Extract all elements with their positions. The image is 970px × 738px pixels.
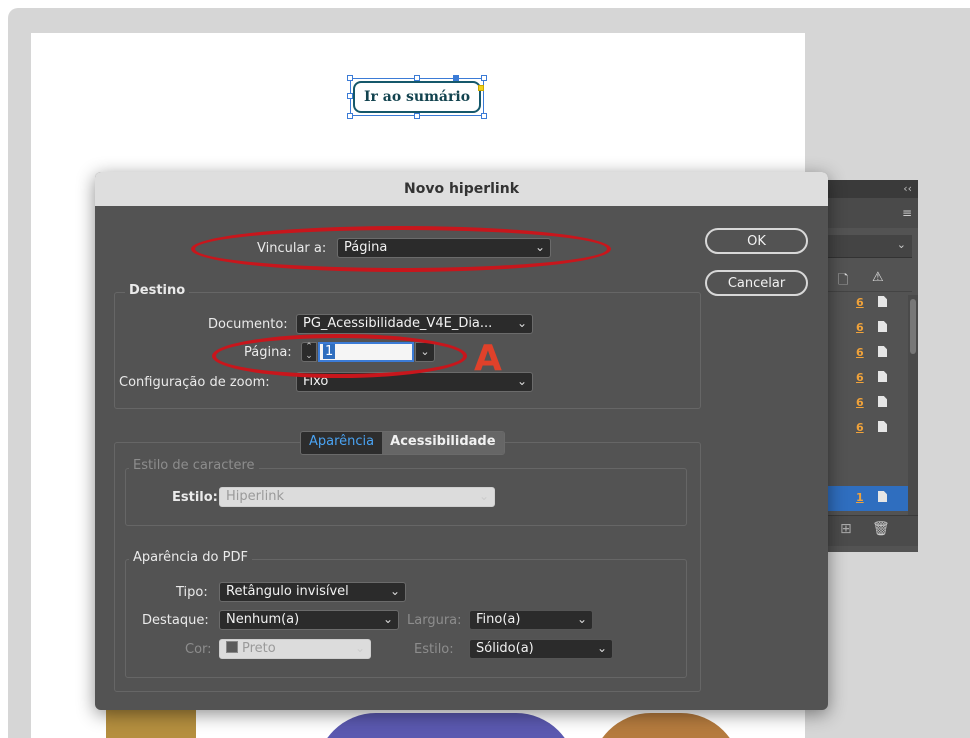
document-icon bbox=[878, 491, 887, 502]
selection-handle[interactable] bbox=[481, 75, 487, 81]
chevron-down-icon: ⌄ bbox=[596, 641, 607, 655]
color-swatch bbox=[226, 641, 238, 653]
ok-button[interactable]: OK bbox=[705, 228, 808, 254]
hyperlinks-panel: ‹‹ ≡ ⌄ 🗋 ⚠ 6 6 6 6 6 6 1 ⊞ 🗑 bbox=[820, 180, 918, 552]
width-value: Fino(a) bbox=[476, 612, 521, 627]
document-icon bbox=[878, 371, 887, 382]
panel-topbar: ‹‹ bbox=[820, 180, 918, 198]
type-value: Retângulo invisível bbox=[226, 584, 349, 599]
highlight-label: Destaque: bbox=[142, 613, 209, 628]
selection-handle[interactable] bbox=[481, 113, 487, 119]
selection-handle[interactable] bbox=[414, 75, 420, 81]
type-select[interactable]: Retângulo invisível ⌄ bbox=[219, 582, 406, 602]
style-select[interactable]: Hiperlink ⌄ bbox=[219, 487, 495, 507]
new-hyperlink-icon[interactable]: ⊞ bbox=[840, 521, 852, 537]
tab-appearance[interactable]: Aparência bbox=[301, 432, 383, 454]
document-select[interactable]: PG_Acessibilidade_V4E_Dia... ⌄ bbox=[296, 314, 533, 334]
highlight-select[interactable]: Nenhum(a) ⌄ bbox=[219, 610, 399, 630]
color-value: Preto bbox=[242, 641, 276, 656]
stroke-style-select[interactable]: Sólido(a) ⌄ bbox=[469, 639, 613, 659]
link-page-number[interactable]: 6 bbox=[856, 371, 864, 384]
link-page-number[interactable]: 6 bbox=[856, 421, 864, 434]
style-value: Hiperlink bbox=[226, 489, 284, 504]
double-chevron-left-icon[interactable]: ‹‹ bbox=[903, 182, 912, 195]
selection-handle[interactable] bbox=[414, 113, 420, 119]
stroke-style-label: Estilo: bbox=[414, 642, 454, 657]
color-select[interactable]: Preto ⌄ bbox=[219, 639, 371, 659]
chevron-down-icon: ⌄ bbox=[576, 612, 587, 626]
style-label: Estilo: bbox=[172, 490, 218, 505]
link-page-number[interactable]: 6 bbox=[856, 321, 864, 334]
warning-icon[interactable]: ⚠ bbox=[872, 270, 884, 285]
page-artwork-photo-center bbox=[316, 713, 576, 738]
list-item[interactable]: 6 bbox=[820, 391, 912, 416]
list-item[interactable]: 6 bbox=[820, 416, 912, 441]
cancel-button[interactable]: Cancelar bbox=[705, 270, 808, 296]
selection-handle[interactable] bbox=[347, 93, 353, 99]
zoom-label: Configuração de zoom: bbox=[119, 375, 270, 390]
appearance-tabs: Aparência Acessibilidade bbox=[300, 431, 505, 455]
panel-tabbar: ≡ bbox=[820, 198, 918, 228]
chevron-down-icon: ⌄ bbox=[516, 316, 527, 330]
page-artwork-photo-right bbox=[591, 713, 741, 738]
document-icon bbox=[878, 396, 887, 407]
scrollbar-thumb[interactable] bbox=[910, 299, 916, 354]
list-item[interactable]: 1 bbox=[820, 486, 912, 511]
document-value: PG_Acessibilidade_V4E_Dia... bbox=[303, 316, 493, 331]
annotation-letter: A bbox=[474, 338, 502, 379]
dialog-title: Novo hiperlink bbox=[95, 172, 828, 206]
highlight-ellipse-link-to bbox=[191, 226, 611, 272]
panel-column-header: 🗋 ⚠ bbox=[820, 267, 912, 292]
width-select[interactable]: Fino(a) ⌄ bbox=[469, 610, 593, 630]
char-style-group-label: Estilo de caractere bbox=[129, 458, 259, 473]
list-item[interactable]: 6 bbox=[820, 316, 912, 341]
chevron-down-icon: ⌄ bbox=[478, 489, 489, 503]
stroke-style-value: Sólido(a) bbox=[476, 641, 534, 656]
panel-scrollbar[interactable] bbox=[908, 295, 918, 515]
document-icon bbox=[878, 321, 887, 332]
pdf-appearance-group bbox=[125, 559, 687, 678]
selection-handle[interactable] bbox=[453, 75, 459, 81]
type-label: Tipo: bbox=[176, 585, 208, 600]
link-page-number[interactable]: 6 bbox=[856, 296, 864, 309]
trash-icon[interactable]: 🗑 bbox=[872, 521, 890, 537]
panel-footer: ⊞ 🗑 bbox=[820, 515, 918, 546]
chevron-down-icon: ⌄ bbox=[896, 238, 906, 251]
selection-handle[interactable] bbox=[347, 113, 353, 119]
document-icon bbox=[878, 296, 887, 307]
list-item[interactable]: 6 bbox=[820, 291, 912, 316]
selection-handle[interactable] bbox=[478, 85, 484, 91]
link-page-number[interactable]: 6 bbox=[856, 346, 864, 359]
chevron-down-icon: ⌄ bbox=[382, 612, 393, 626]
hamburger-icon[interactable]: ≡ bbox=[902, 206, 912, 220]
chevron-down-icon: ⌄ bbox=[389, 584, 400, 598]
panel-filter-dropdown[interactable]: ⌄ bbox=[820, 235, 912, 258]
document-icon bbox=[878, 421, 887, 432]
page-icon[interactable]: 🗋 bbox=[838, 271, 848, 293]
destination-group-label: Destino bbox=[125, 283, 190, 298]
chevron-down-icon: ⌄ bbox=[516, 374, 527, 388]
selection-box bbox=[350, 78, 484, 116]
document-icon bbox=[878, 346, 887, 357]
tab-accessibility[interactable]: Acessibilidade bbox=[382, 432, 504, 454]
pdf-appearance-group-label: Aparência do PDF bbox=[129, 550, 252, 565]
selection-handle[interactable] bbox=[347, 75, 353, 81]
list-item[interactable]: 6 bbox=[820, 366, 912, 391]
link-page-number[interactable]: 6 bbox=[856, 396, 864, 409]
color-label: Cor: bbox=[185, 642, 212, 657]
width-label: Largura: bbox=[407, 613, 462, 628]
link-page-number[interactable]: 1 bbox=[856, 491, 864, 504]
highlight-ellipse-page bbox=[212, 334, 467, 378]
document-label: Documento: bbox=[208, 317, 288, 332]
list-item[interactable]: 6 bbox=[820, 341, 912, 366]
highlight-value: Nenhum(a) bbox=[226, 612, 300, 627]
chevron-down-icon: ⌄ bbox=[354, 641, 365, 655]
